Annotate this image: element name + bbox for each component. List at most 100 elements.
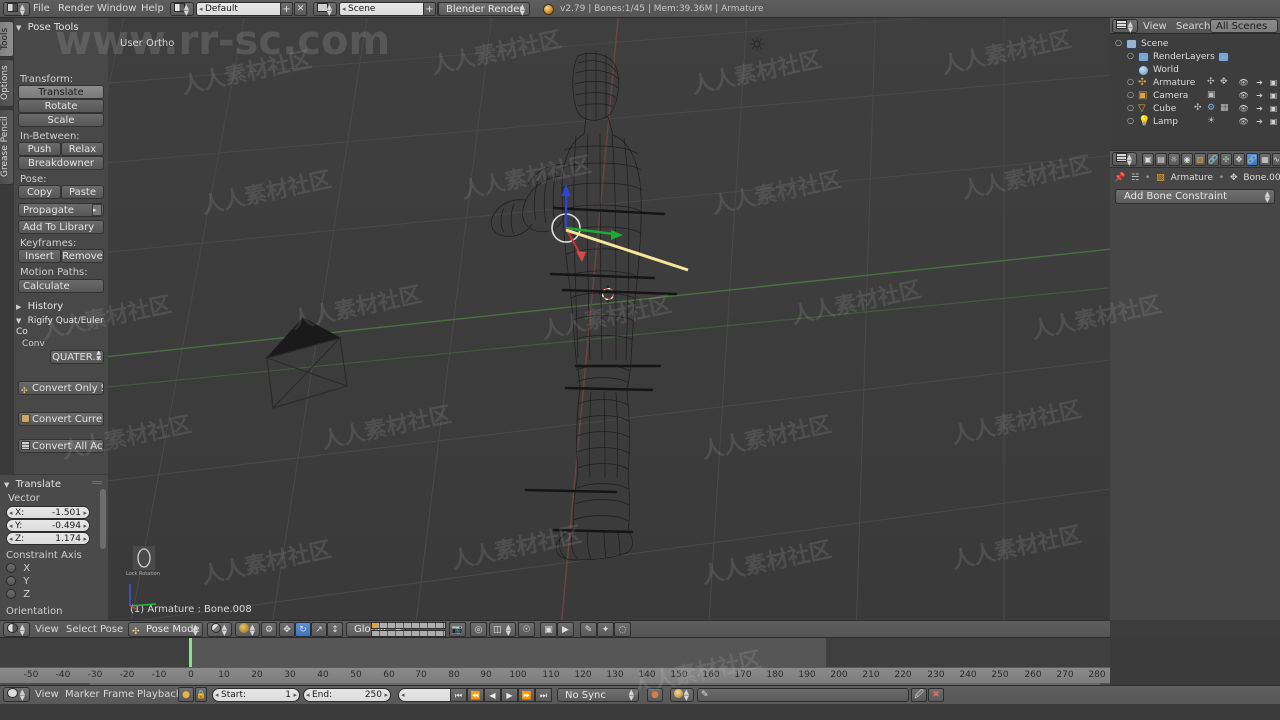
vector-x-field[interactable]: X: -1.501 [6, 506, 90, 519]
outliner-menu-view[interactable]: View [1143, 21, 1167, 32]
manipulator-toggle-button[interactable]: ↕ [327, 622, 343, 637]
pose-library-button[interactable]: ✎ [580, 622, 597, 637]
properties-editor-type-selector[interactable]: ▲ ▼ [1112, 152, 1137, 167]
visibility-eye-icon[interactable]: 👁 [1238, 117, 1249, 128]
pose-tools-header[interactable]: ▼ Pose Tools [16, 22, 106, 33]
outliner-editor[interactable]: ▲ ▼ View Search All Scenes ○ Scene ○ Rend… [1110, 18, 1280, 150]
add-bone-constraint-button[interactable]: Add Bone Constraint ▲ ▼ [1115, 189, 1275, 204]
proportional-edit-button[interactable]: ◎ [470, 622, 487, 637]
mesh-data-icon[interactable]: ▦ [1220, 103, 1229, 113]
history-panel-header[interactable]: ▶ History [16, 301, 106, 312]
viewport-menu-select[interactable]: Select [66, 624, 97, 635]
timeline-ruler[interactable]: -50 -40 -30 -20 -10 0 10 20 30 40 50 60 … [0, 667, 1110, 683]
vector-z-field[interactable]: Z: 1.174 [6, 532, 90, 545]
menu-file[interactable]: File [33, 3, 50, 14]
scene-name-field[interactable]: Scene [339, 2, 431, 16]
convert-all-actions-button[interactable]: Convert All Actions [18, 439, 104, 453]
keying-set-name-field[interactable]: ✎ [697, 688, 909, 702]
relax-button[interactable]: Relax [61, 142, 104, 156]
viewport-menu-pose[interactable]: Pose [100, 624, 123, 635]
calculate-paths-button[interactable]: Calculate [18, 279, 104, 293]
viewport-shading-selector[interactable]: ▲ ▼ [207, 622, 232, 637]
disclosure-triangle-icon[interactable]: ○ [1127, 116, 1134, 125]
properties-tab-scene[interactable]: ☼ [1168, 153, 1180, 166]
modifier-icon[interactable]: ✣ [1194, 103, 1202, 113]
auto-keyframe-toggle[interactable]: ● [178, 687, 194, 702]
layers-grid-bottom[interactable] [371, 630, 446, 637]
copy-pose-button[interactable]: Copy [18, 185, 61, 199]
outliner-display-mode-selector[interactable]: All Scenes [1210, 19, 1278, 33]
play-button[interactable]: ▶ [501, 688, 518, 702]
record-auto-keying-button[interactable]: ● [647, 688, 663, 702]
disclosure-triangle-icon[interactable]: ○ [1127, 103, 1134, 112]
timeline-menu-view[interactable]: View [35, 689, 59, 700]
visibility-eye-icon[interactable]: 👁 [1238, 104, 1249, 115]
remove-keyframe-button[interactable]: Remove [61, 249, 104, 263]
keying-set-selector[interactable]: ▲ ▼ [670, 688, 694, 702]
delete-screen-layout-button[interactable]: ✕ [294, 2, 307, 16]
timeline-editor[interactable]: -50 -40 -30 -20 -10 0 10 20 30 40 50 60 … [0, 638, 1110, 686]
insert-keyframe-button[interactable]: 🖉 [911, 688, 927, 702]
pin-icon[interactable]: 📌 [1114, 173, 1125, 183]
render-opengl-viewport-button[interactable]: ▣ [540, 622, 557, 637]
scene-browse-button[interactable]: ▲ ▼ [313, 2, 337, 17]
render-opengl-animation-button[interactable]: ▶ [557, 622, 574, 637]
constraint-axis-x-row[interactable]: X [6, 563, 30, 576]
layer-active-cell[interactable] [372, 623, 378, 628]
timeline-playhead[interactable] [189, 638, 192, 667]
add-to-library-button[interactable]: Add To Library [18, 220, 104, 234]
manipulator-translate-button[interactable]: ✥ [279, 622, 295, 637]
breakdowner-button[interactable]: Breakdowner [18, 156, 104, 170]
scale-button[interactable]: Scale [18, 113, 104, 127]
renderability-camera-icon[interactable]: ▣ [1268, 78, 1279, 89]
constraint-axis-y-row[interactable]: Y [6, 576, 29, 589]
paste-pose-button[interactable]: Paste [61, 185, 104, 199]
rotate-button[interactable]: Rotate [18, 99, 104, 113]
pose-icon[interactable]: ✣ [1207, 77, 1215, 87]
properties-tab-constraints[interactable]: 🔗 [1207, 153, 1219, 166]
properties-tab-render[interactable]: ▣ [1142, 153, 1154, 166]
onion-skin-button[interactable]: ◌ [614, 622, 631, 637]
timeline-editor-type-selector[interactable]: ▲ ▼ [3, 687, 30, 702]
properties-tab-texture[interactable]: ▦ [1259, 153, 1271, 166]
propagate-button[interactable]: Propagate ▸ [18, 203, 104, 217]
properties-tab-render-layers[interactable]: ▤ [1155, 153, 1167, 166]
selectability-cursor-icon[interactable]: ➔ [1254, 104, 1265, 115]
jump-to-end-button[interactable]: ⏭ [535, 688, 552, 702]
selectability-cursor-icon[interactable]: ➔ [1254, 91, 1265, 102]
disclosure-triangle-icon[interactable]: ○ [1127, 90, 1134, 99]
tool-tab-options[interactable]: Options [0, 59, 14, 107]
renderability-camera-icon[interactable]: ▣ [1268, 104, 1279, 115]
disclosure-triangle-icon[interactable]: ○ [1127, 77, 1134, 86]
outliner-editor-type-selector[interactable]: ▲ ▼ [1112, 19, 1138, 34]
render-engine-selector[interactable]: Blender Render ▲ ▼ [438, 2, 530, 17]
rigify-panel-header[interactable]: ▼ Rigify Quat/Euler Co [16, 315, 112, 337]
info-editor-type-selector[interactable]: ▲ ▼ [3, 2, 30, 17]
insert-keyframe-button[interactable]: Insert [18, 249, 61, 263]
outliner-row-camera[interactable]: ○ ▣ Camera ▣ 👁 ➔ ▣ [1110, 90, 1280, 103]
next-keyframe-button[interactable]: ⏩ [518, 688, 535, 702]
breadcrumb-object-label[interactable]: Armature [1171, 173, 1213, 183]
lamp-data-icon[interactable]: ☀ [1207, 116, 1215, 126]
properties-tab-physics[interactable]: ∿ [1272, 153, 1280, 166]
screen-layout-name-field[interactable]: Default [196, 2, 288, 16]
properties-editor[interactable]: ▲ ▼ ▣ ▤ ☼ ◉ ▧ 🔗 ✣ ✥ 🔗 ▦ ∿ 📌 ☵ • ▧ Armatur… [1110, 150, 1280, 620]
armature-data-icon[interactable]: ✥ [1220, 77, 1228, 87]
properties-tab-object[interactable]: ▧ [1194, 153, 1206, 166]
menu-render[interactable]: Render [58, 3, 94, 14]
timeline-menu-marker[interactable]: Marker [65, 689, 100, 700]
timeline-menu-frame[interactable]: Frame [103, 689, 134, 700]
operator-panel-scrollbar[interactable] [100, 489, 106, 549]
breadcrumb-bone-label[interactable]: Bone.008 [1243, 173, 1280, 183]
pivot-point-selector[interactable]: ▲ ▼ [235, 622, 260, 637]
translate-button[interactable]: Translate [18, 85, 104, 99]
lock-camera-to-view-button[interactable]: 📷 [449, 622, 466, 637]
manipulator-rotate-button[interactable]: ↻ [295, 622, 311, 637]
jump-to-start-button[interactable]: ⏮ [450, 688, 467, 702]
interaction-mode-selector[interactable]: ✣ Pose Mode ▲ ▼ [128, 622, 203, 637]
properties-tab-bone[interactable]: ✥ [1233, 153, 1245, 166]
conv-dropdown[interactable]: QUATER... ▲ ▼ [50, 350, 104, 364]
checkbox-icon[interactable] [6, 576, 16, 586]
checkbox-icon[interactable] [6, 589, 16, 599]
disclosure-triangle-icon[interactable]: ○ [1127, 51, 1134, 60]
